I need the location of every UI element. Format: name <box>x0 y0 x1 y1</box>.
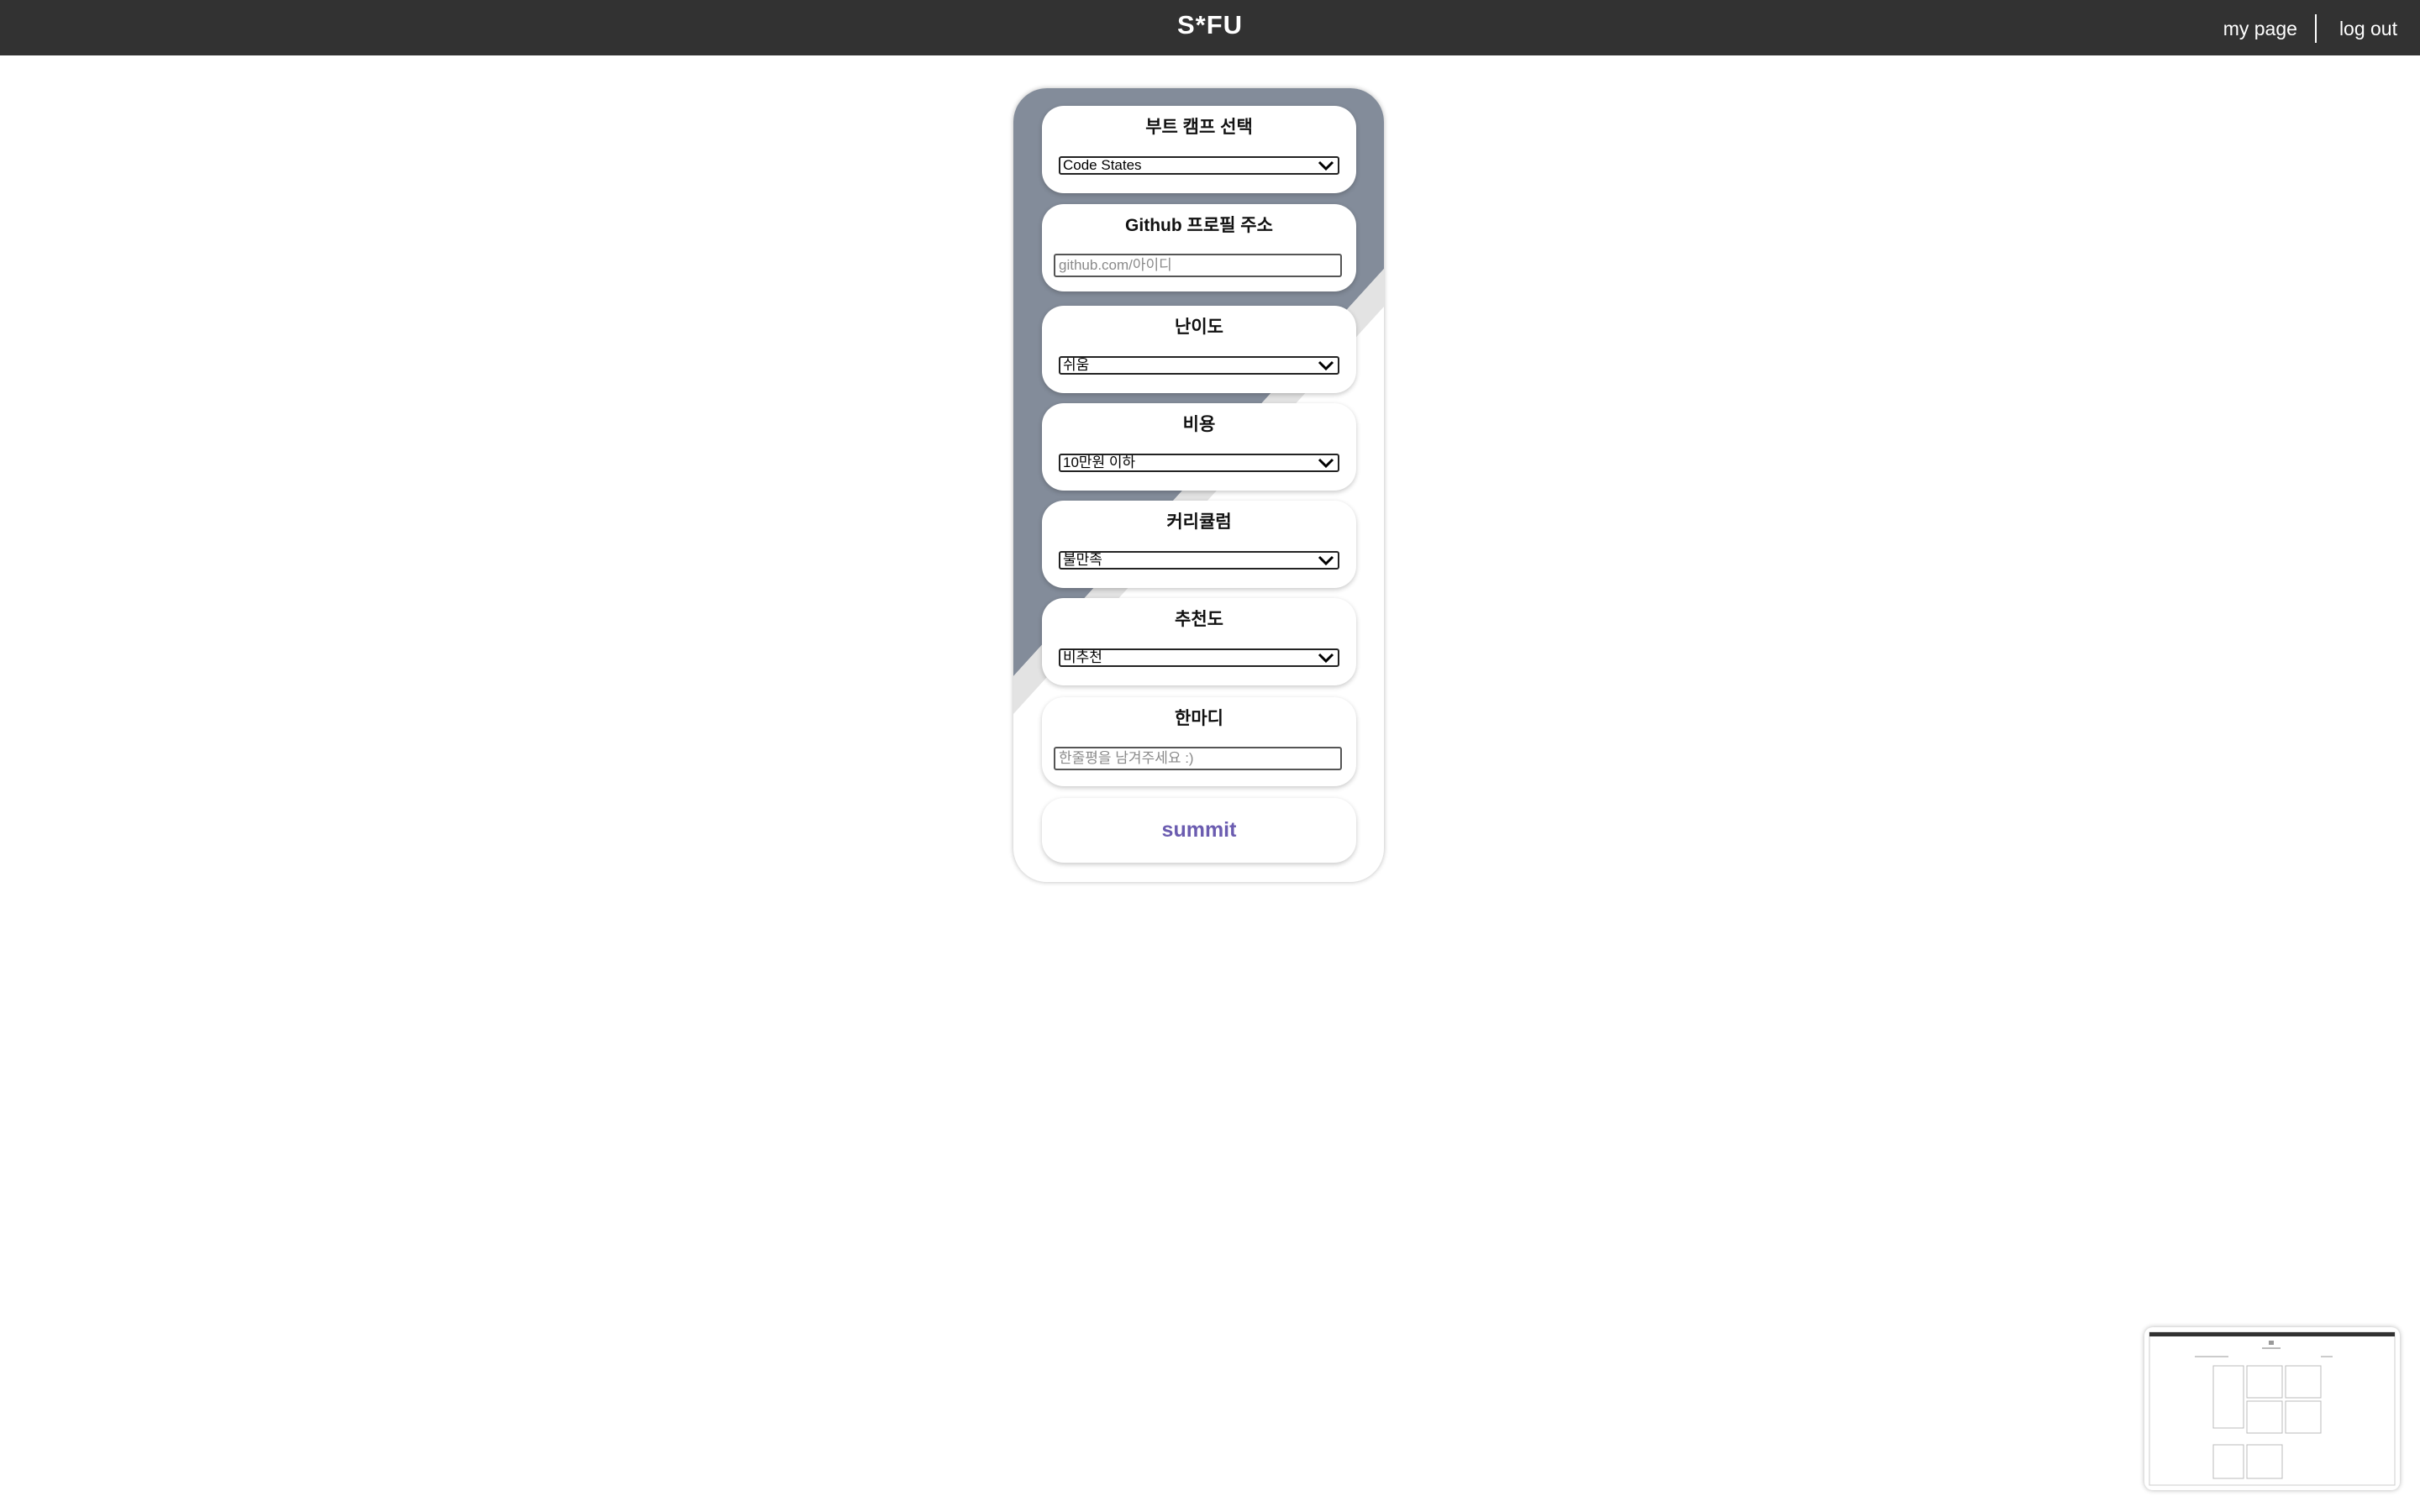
preview-thumbnail-graphic <box>2149 1331 2396 1486</box>
log-out-link[interactable]: log out <box>2339 14 2397 43</box>
brand-wrapper: S*FU <box>0 8 2420 42</box>
chevron-down-icon <box>1318 653 1334 664</box>
recommendation-selected-value: 비추천 <box>1063 649 1102 665</box>
nav-divider <box>2314 14 2317 43</box>
chevron-down-icon <box>1318 160 1334 171</box>
chevron-down-icon <box>1318 360 1334 371</box>
submit-button[interactable]: summit <box>1042 798 1356 863</box>
cost-label: 비용 <box>1182 415 1216 434</box>
difficulty-label: 난이도 <box>1175 318 1223 337</box>
difficulty-selected-value: 쉬움 <box>1063 357 1090 373</box>
bootcamp-selected-value: Code States <box>1063 157 1142 173</box>
bootcamp-label: 부트 캠프 선택 <box>1145 118 1253 137</box>
cost-select[interactable]: 10만원 이하 <box>1059 454 1339 472</box>
github-card: Github 프로필 주소 <box>1042 204 1356 291</box>
brand-logo[interactable]: S*FU <box>1177 10 1243 39</box>
github-url-input[interactable] <box>1054 254 1342 277</box>
github-label: Github 프로필 주소 <box>1125 216 1273 235</box>
chevron-down-icon <box>1318 458 1334 469</box>
cost-card: 비용 10만원 이하 <box>1042 403 1356 491</box>
review-form-panel: 부트 캠프 선택 Code States Github 프로필 주소 난이도 쉬… <box>1013 88 1384 882</box>
chevron-down-icon <box>1318 555 1334 566</box>
bootcamp-card: 부트 캠프 선택 Code States <box>1042 106 1356 193</box>
comment-input[interactable] <box>1054 747 1342 770</box>
curriculum-select[interactable]: 불만족 <box>1059 551 1339 570</box>
curriculum-label: 커리큘럼 <box>1166 512 1232 532</box>
recommendation-card: 추천도 비추천 <box>1042 598 1356 685</box>
difficulty-card: 난이도 쉬움 <box>1042 306 1356 393</box>
recommendation-label: 추천도 <box>1175 610 1223 629</box>
recommendation-select[interactable]: 비추천 <box>1059 648 1339 667</box>
cost-selected-value: 10만원 이하 <box>1063 454 1136 470</box>
comment-card: 한마디 <box>1042 697 1356 786</box>
my-page-link[interactable]: my page <box>2223 14 2297 43</box>
difficulty-select[interactable]: 쉬움 <box>1059 356 1339 375</box>
bootcamp-select[interactable]: Code States <box>1059 156 1339 175</box>
comment-label: 한마디 <box>1175 709 1223 728</box>
top-navigation-bar: S*FU my page log out <box>0 0 2420 55</box>
curriculum-selected-value: 불만족 <box>1063 552 1102 568</box>
curriculum-card: 커리큘럼 불만족 <box>1042 501 1356 588</box>
header-nav: my page log out <box>2223 14 2397 43</box>
page-preview-thumbnail[interactable] <box>2144 1327 2400 1490</box>
